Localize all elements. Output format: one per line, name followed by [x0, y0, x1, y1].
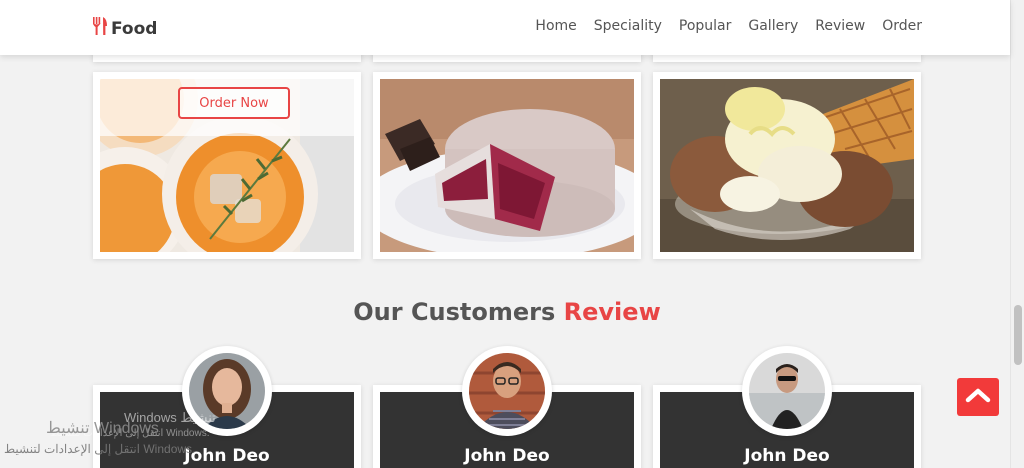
reviews-section-title: Our Customers Review — [0, 298, 1014, 326]
watermark-title: تنشيط Windows — [46, 420, 159, 437]
man-sunglasses-portrait-icon — [749, 353, 825, 429]
order-now-button[interactable]: Order Now — [178, 87, 290, 119]
gallery-card-ice-cream[interactable] — [653, 72, 921, 259]
man-glasses-portrait-icon — [469, 353, 545, 429]
nav-link-home[interactable]: Home — [535, 18, 576, 34]
title-accent: Review — [563, 298, 661, 326]
ice-cream-sundae-icon — [660, 79, 914, 252]
scrollbar-thumb[interactable] — [1014, 305, 1022, 365]
nav-link-popular[interactable]: Popular — [679, 18, 732, 34]
nav-menu: Home Speciality Popular Gallery Review O… — [535, 18, 922, 34]
order-overlay: Order Now — [100, 79, 354, 136]
page-scrollbar[interactable] — [1010, 0, 1024, 468]
scroll-to-top-button[interactable] — [957, 378, 999, 416]
gallery-card-cocktails[interactable]: Order Now — [93, 72, 361, 259]
cake-slice-icon — [380, 79, 634, 252]
watermark-subtitle: انتقل إلى الإعدادات لتنشيط Windows. — [4, 442, 196, 456]
logo-text: Food — [111, 18, 158, 39]
avatar — [742, 346, 832, 436]
navbar: Food Home Speciality Popular Gallery Rev… — [0, 0, 1010, 55]
avatar — [462, 346, 552, 436]
title-main: Our Customers — [353, 298, 556, 326]
chevron-up-icon — [965, 387, 991, 408]
nav-link-review[interactable]: Review — [815, 18, 865, 34]
logo[interactable]: Food — [92, 16, 157, 41]
reviewer-name: John Deo — [464, 446, 550, 466]
utensils-icon — [92, 16, 108, 41]
reviewer-name: John Deo — [744, 446, 830, 466]
nav-link-speciality[interactable]: Speciality — [594, 18, 662, 34]
nav-link-order[interactable]: Order — [882, 18, 922, 34]
gallery-card-cake[interactable] — [373, 72, 641, 259]
nav-link-gallery[interactable]: Gallery — [748, 18, 798, 34]
